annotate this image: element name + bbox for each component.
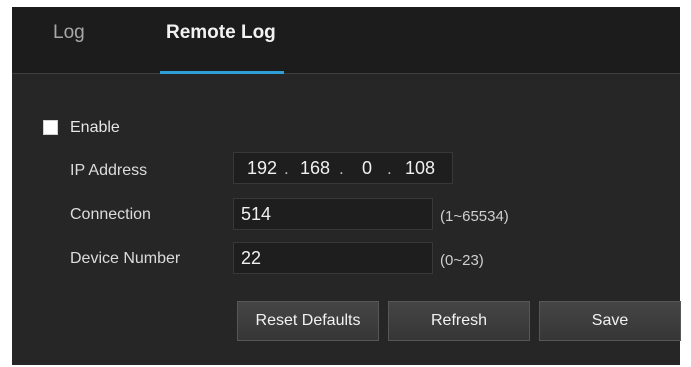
ip-octet-2-input[interactable] xyxy=(295,158,335,179)
device-number-range-hint: (0~23) xyxy=(440,252,484,269)
ip-octet-1-input[interactable] xyxy=(242,158,282,179)
device-number-input[interactable] xyxy=(233,242,433,274)
ip-dot-separator: . xyxy=(339,159,344,178)
connection-port-input[interactable] xyxy=(233,198,433,230)
ip-address-field[interactable]: . . . xyxy=(233,152,453,184)
save-button[interactable]: Save xyxy=(539,301,681,341)
device-number-label: Device Number xyxy=(70,250,181,267)
ip-dot-separator: . xyxy=(387,159,392,178)
connection-label: Connection xyxy=(70,206,151,223)
enable-checkbox[interactable] xyxy=(43,120,58,135)
tab-log[interactable]: Log xyxy=(53,22,85,44)
ip-address-label: IP Address xyxy=(70,162,148,179)
ip-dot-separator: . xyxy=(284,159,289,178)
tab-remote-log[interactable]: Remote Log xyxy=(166,22,276,44)
reset-defaults-button[interactable]: Reset Defaults xyxy=(237,301,379,341)
tab-bar: Log Remote Log xyxy=(12,7,680,74)
ip-octet-4-input[interactable] xyxy=(398,158,442,179)
connection-range-hint: (1~65534) xyxy=(440,208,509,225)
ip-octet-3-input[interactable] xyxy=(352,158,382,179)
active-tab-indicator xyxy=(160,71,284,74)
enable-label: Enable xyxy=(70,119,120,136)
remote-log-settings-panel: Log Remote Log Enable IP Address . . . C… xyxy=(12,7,681,365)
refresh-button[interactable]: Refresh xyxy=(388,301,530,341)
